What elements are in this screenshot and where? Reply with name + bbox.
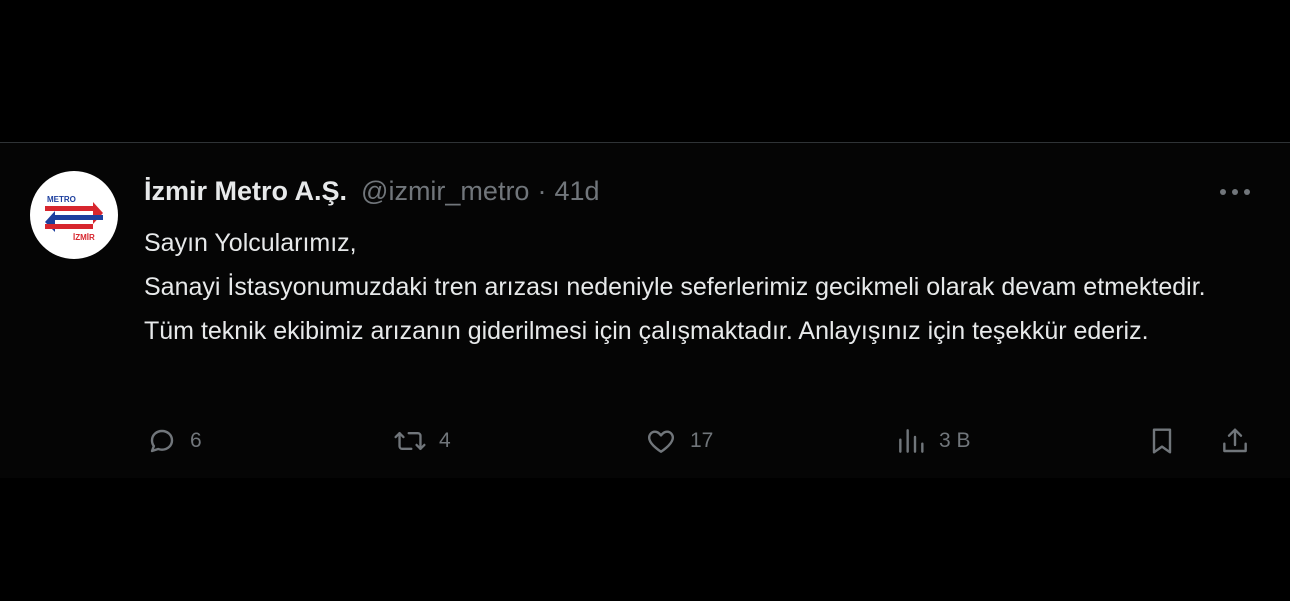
metro-izmir-logo: METRO İZMİR bbox=[45, 195, 103, 242]
user-handle[interactable]: @izmir_metro bbox=[361, 173, 529, 209]
more-button[interactable] bbox=[1213, 177, 1257, 207]
views-icon bbox=[899, 429, 924, 453]
logo-bottom-text: İZMİR bbox=[73, 233, 95, 242]
separator-dot: · bbox=[537, 176, 547, 206]
bookmark-icon bbox=[1152, 428, 1172, 454]
tweet-header: İzmir Metro A.Ş. @izmir_metro · 41d bbox=[144, 173, 600, 209]
repost-icon bbox=[394, 431, 426, 451]
views-count: 3 B bbox=[939, 429, 971, 452]
avatar[interactable]: METRO İZMİR bbox=[30, 171, 118, 259]
tweet-text-line: Sanayi İstasyonumuzdaki tren arızası ned… bbox=[144, 273, 1206, 345]
tweet-time[interactable]: 41d bbox=[554, 173, 599, 209]
more-horizontal-icon bbox=[1220, 189, 1250, 195]
heart-icon bbox=[648, 430, 674, 453]
like-button[interactable]: 17 bbox=[644, 421, 713, 461]
page: METRO İZMİR İzmir Metro A.Ş. @izmir_metr… bbox=[0, 0, 1290, 601]
reply-button[interactable]: 6 bbox=[146, 421, 202, 461]
views-button[interactable]: 3 B bbox=[895, 421, 971, 461]
tweet-card[interactable]: METRO İZMİR İzmir Metro A.Ş. @izmir_metr… bbox=[0, 143, 1290, 478]
bookmark-button[interactable] bbox=[1146, 421, 1178, 461]
like-count: 17 bbox=[690, 429, 714, 452]
logo-top-text: METRO bbox=[47, 195, 76, 204]
reply-icon bbox=[150, 429, 174, 453]
tweet-text: Sayın Yolcularımız, Sanayi İstasyonumuzd… bbox=[144, 221, 1224, 353]
repost-button[interactable]: 4 bbox=[393, 421, 451, 461]
tweet-text-line: Sayın Yolcularımız, bbox=[144, 229, 357, 257]
reply-count: 6 bbox=[190, 429, 202, 452]
repost-count: 4 bbox=[439, 429, 451, 452]
share-icon bbox=[1223, 428, 1247, 453]
share-button[interactable] bbox=[1219, 421, 1251, 461]
display-name[interactable]: İzmir Metro A.Ş. bbox=[144, 173, 347, 209]
action-bar: 6 4 17 3 B bbox=[0, 421, 1290, 461]
